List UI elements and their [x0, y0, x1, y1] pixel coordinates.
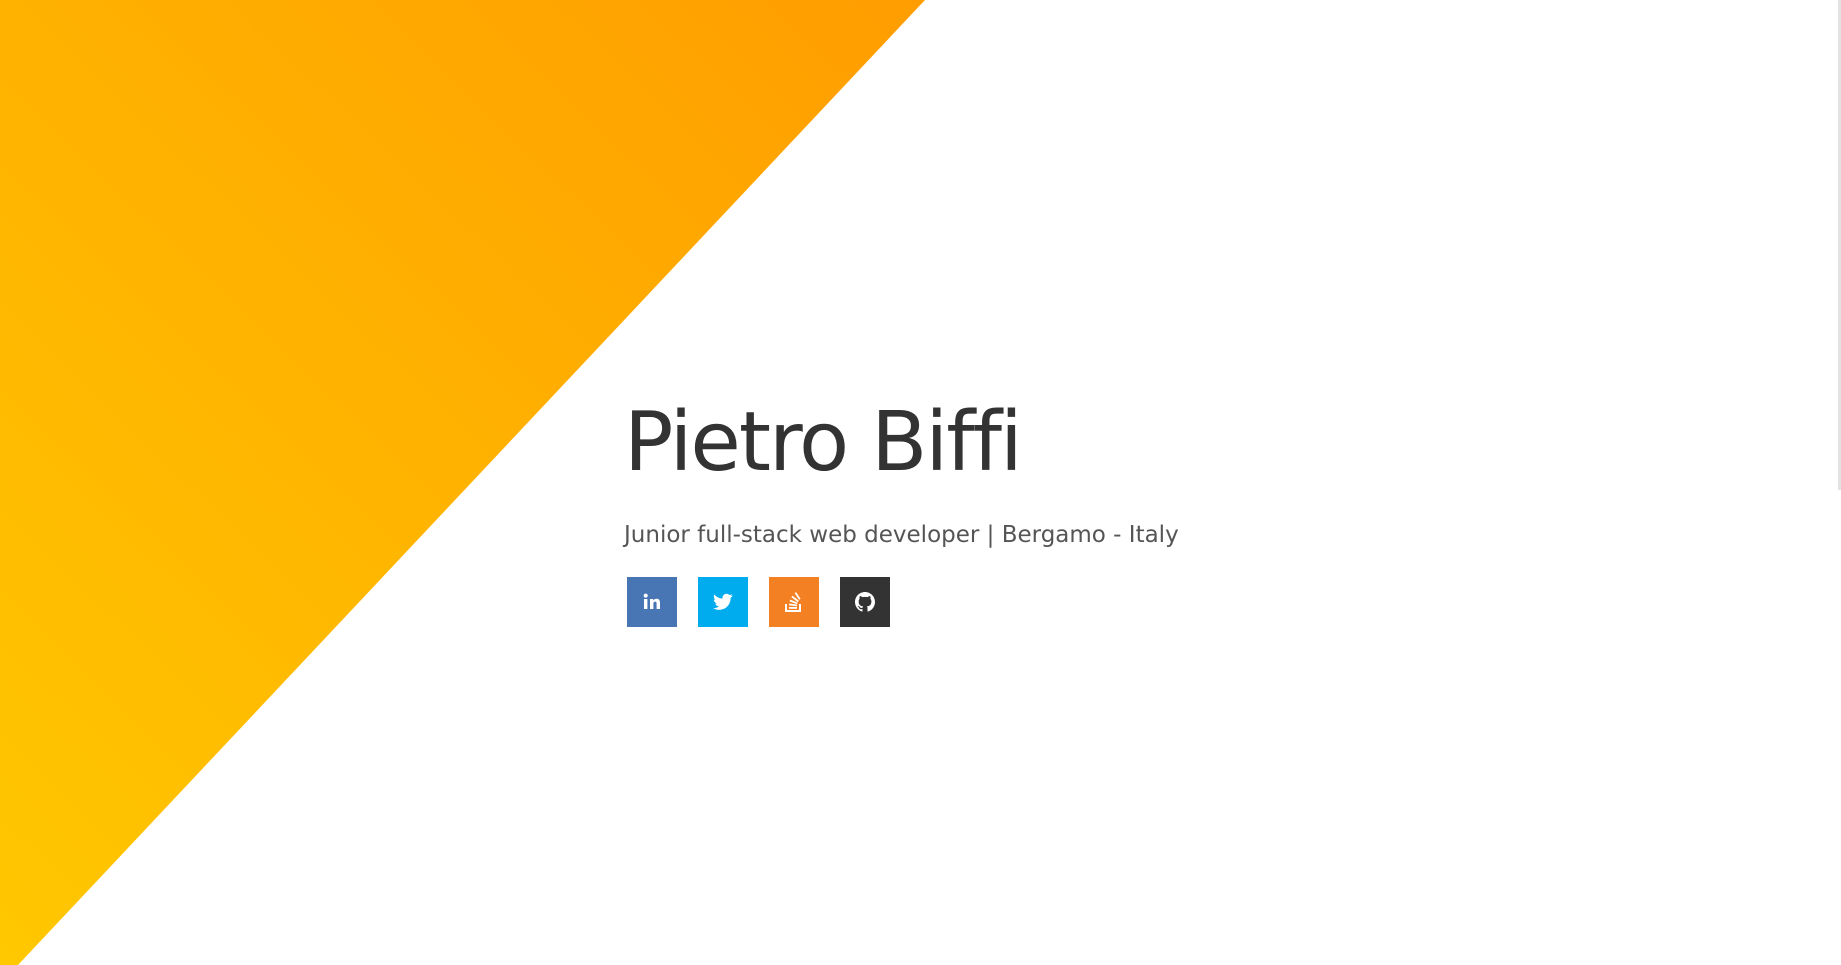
github-icon: [855, 592, 875, 612]
linkedin-icon: [643, 593, 660, 609]
hero-name: Pietro Biffi: [624, 395, 1023, 490]
stackoverflow-button[interactable]: [769, 577, 819, 627]
twitter-button[interactable]: [698, 577, 748, 627]
hero-content: Pietro Biffi Junior full-stack web devel…: [624, 402, 1179, 627]
stackoverflow-icon: [785, 592, 801, 612]
hero-tagline: Junior full-stack web developer | Bergam…: [624, 522, 1179, 548]
social-links: [627, 577, 1179, 627]
github-button[interactable]: [840, 577, 890, 627]
linkedin-button[interactable]: [627, 577, 677, 627]
twitter-icon: [713, 593, 733, 610]
page: Pietro Biffi Junior full-stack web devel…: [0, 0, 1841, 965]
